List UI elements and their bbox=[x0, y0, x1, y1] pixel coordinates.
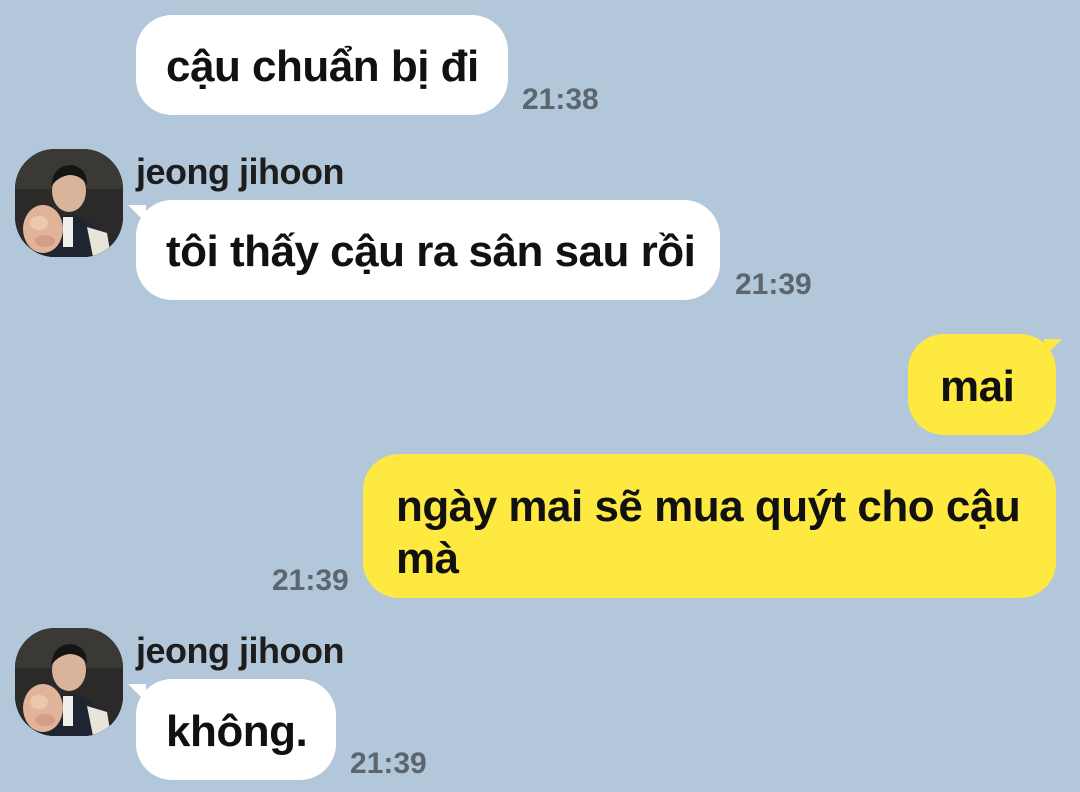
message-timestamp: 21:39 bbox=[735, 268, 812, 301]
message-bubble-incoming[interactable]: tôi thấy cậu ra sân sau rồi bbox=[136, 200, 720, 300]
sender-name: jeong jihoon bbox=[136, 151, 344, 192]
avatar[interactable] bbox=[15, 149, 123, 257]
message-bubble-incoming[interactable]: cậu chuẩn bị đi bbox=[136, 15, 508, 115]
message-bubble-incoming[interactable]: không. bbox=[136, 679, 336, 780]
sender-name: jeong jihoon bbox=[136, 630, 344, 671]
message-bubble-outgoing[interactable]: ngày mai sẽ mua quýt cho cậu mà bbox=[363, 454, 1056, 598]
message-timestamp: 21:39 bbox=[272, 564, 349, 597]
message-bubble-outgoing[interactable]: mai bbox=[908, 334, 1056, 435]
message-text: không. bbox=[166, 707, 308, 756]
message-text: mai bbox=[940, 362, 1015, 411]
profile-photo-icon bbox=[15, 628, 123, 736]
message-timestamp: 21:39 bbox=[350, 747, 427, 780]
message-text: tôi thấy cậu ra sân sau rồi bbox=[166, 227, 696, 276]
message-text: cậu chuẩn bị đi bbox=[166, 42, 479, 91]
message-timestamp: 21:38 bbox=[522, 83, 599, 116]
message-text: ngày mai sẽ mua quýt cho cậu mà bbox=[396, 482, 1021, 583]
profile-photo-icon bbox=[15, 149, 123, 257]
avatar[interactable] bbox=[15, 628, 123, 736]
